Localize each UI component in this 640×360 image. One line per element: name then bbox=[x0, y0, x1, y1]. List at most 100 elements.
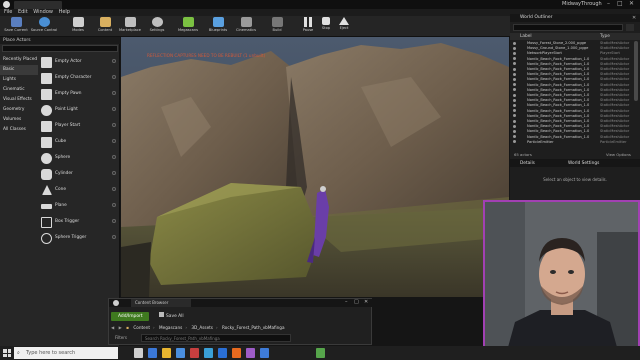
actor-item[interactable]: Sphere Trigger bbox=[39, 231, 119, 246]
category-cinematic[interactable]: Cinematic bbox=[0, 85, 38, 95]
menu-help[interactable]: Help bbox=[59, 9, 70, 16]
visibility-icon[interactable] bbox=[513, 140, 516, 144]
visibility-icon[interactable] bbox=[513, 124, 516, 128]
add-import-button[interactable]: Add/Import bbox=[111, 312, 149, 321]
info-icon[interactable] bbox=[112, 171, 116, 175]
info-icon[interactable] bbox=[112, 107, 116, 111]
visibility-icon[interactable] bbox=[513, 83, 516, 87]
settings-button[interactable]: Settings bbox=[143, 17, 171, 36]
info-icon[interactable] bbox=[112, 123, 116, 127]
history-forward-icon[interactable]: ▶ bbox=[119, 325, 122, 330]
actor-item[interactable]: Player Start bbox=[39, 119, 119, 134]
visibility-icon[interactable] bbox=[513, 109, 516, 113]
marketplace-button[interactable]: Marketplace bbox=[116, 17, 144, 36]
build-button[interactable]: Build bbox=[263, 17, 291, 36]
actor-item[interactable]: Cube bbox=[39, 135, 119, 150]
save-all-button[interactable]: Save All bbox=[155, 312, 195, 321]
visibility-icon[interactable] bbox=[513, 119, 516, 123]
place-actors-search-input[interactable] bbox=[2, 45, 118, 52]
view-options-button[interactable]: View Options bbox=[606, 152, 631, 157]
info-icon[interactable] bbox=[112, 235, 116, 239]
outliner-search-input[interactable] bbox=[513, 24, 623, 31]
outliner-scrollbar[interactable] bbox=[634, 41, 638, 101]
filters-button[interactable]: Filters bbox=[115, 335, 127, 340]
info-icon[interactable] bbox=[112, 75, 116, 79]
save-current-button[interactable]: Save Current bbox=[2, 17, 30, 36]
label-column-header[interactable]: Label bbox=[520, 34, 532, 39]
category-all-classes[interactable]: All Classes bbox=[0, 125, 38, 135]
visibility-icon[interactable] bbox=[513, 41, 516, 45]
info-icon[interactable] bbox=[112, 219, 116, 223]
close-icon[interactable]: ✕ bbox=[629, 0, 634, 7]
unreal-taskbar-icon[interactable] bbox=[316, 348, 325, 358]
category-geometry[interactable]: Geometry bbox=[0, 105, 38, 115]
category-visual-effects[interactable]: Visual Effects bbox=[0, 95, 38, 105]
breadcrumb-item[interactable]: Content bbox=[133, 325, 150, 330]
visibility-icon[interactable] bbox=[513, 129, 516, 133]
history-back-icon[interactable]: ◀ bbox=[111, 325, 114, 330]
actor-item[interactable]: Empty Actor bbox=[39, 55, 119, 70]
cinematics-button[interactable]: Cinematics bbox=[232, 17, 260, 36]
category-lights[interactable]: Lights bbox=[0, 75, 38, 85]
breadcrumb-item[interactable]: 3D_Assets bbox=[191, 325, 213, 330]
close-icon[interactable]: ✕ bbox=[364, 299, 368, 305]
actor-item[interactable]: Empty Character bbox=[39, 71, 119, 86]
visibility-icon[interactable] bbox=[513, 72, 516, 76]
taskbar-search-input[interactable]: ⌕ Type here to search bbox=[14, 347, 118, 359]
actor-item[interactable]: Sphere bbox=[39, 151, 119, 166]
actor-item[interactable]: Cone bbox=[39, 183, 119, 198]
eject-button[interactable]: Eject bbox=[330, 17, 358, 36]
content-browser-tab[interactable]: Content Browser bbox=[131, 299, 191, 307]
maximize-icon[interactable]: □ bbox=[617, 0, 623, 7]
visibility-icon[interactable] bbox=[513, 57, 516, 61]
info-icon[interactable] bbox=[112, 155, 116, 159]
tab-world-settings[interactable]: World Settings bbox=[568, 161, 599, 166]
breadcrumb-item[interactable]: Rocky_Forest_Path_vbMafinga bbox=[222, 325, 285, 330]
outliner-options-icon[interactable] bbox=[626, 24, 634, 31]
info-icon[interactable] bbox=[112, 91, 116, 95]
menu-edit[interactable]: Edit bbox=[18, 9, 28, 16]
info-icon[interactable] bbox=[112, 203, 116, 207]
visibility-icon[interactable] bbox=[513, 51, 516, 55]
actor-item[interactable]: Cylinder bbox=[39, 167, 119, 182]
category-basic[interactable]: Basic bbox=[0, 65, 38, 75]
actor-item[interactable]: Box Trigger bbox=[39, 215, 119, 230]
store-icon[interactable] bbox=[176, 348, 185, 358]
maximize-icon[interactable]: □ bbox=[354, 299, 359, 305]
actor-item[interactable]: Empty Pawn bbox=[39, 87, 119, 102]
word-icon[interactable] bbox=[218, 348, 227, 358]
edge-browser-icon[interactable] bbox=[148, 348, 157, 358]
modes-button[interactable]: Modes bbox=[64, 17, 92, 36]
menu-window[interactable]: Window bbox=[33, 9, 53, 16]
visibility-icon[interactable] bbox=[513, 93, 516, 97]
actor-item[interactable]: Point Light bbox=[39, 103, 119, 118]
actor-item[interactable]: Plane bbox=[39, 199, 119, 214]
visibility-icon[interactable] bbox=[513, 46, 516, 50]
megascans-button[interactable]: Megascans bbox=[174, 17, 202, 36]
visibility-icon[interactable] bbox=[513, 114, 516, 118]
level-viewport[interactable]: REFLECTION CAPTURES NEED TO BE REBUILT (… bbox=[121, 37, 509, 297]
info-icon[interactable] bbox=[112, 59, 116, 63]
content-button[interactable]: Content bbox=[91, 17, 119, 36]
file-explorer-icon[interactable] bbox=[162, 348, 171, 358]
media-app-icon[interactable] bbox=[190, 348, 199, 358]
blueprints-button[interactable]: Blueprints bbox=[204, 17, 232, 36]
obs-icon[interactable] bbox=[246, 348, 255, 358]
menu-file[interactable]: File bbox=[4, 9, 12, 16]
visibility-icon[interactable] bbox=[513, 77, 516, 81]
mail-icon[interactable] bbox=[204, 348, 213, 358]
close-tab-icon[interactable]: ✕ bbox=[632, 15, 636, 21]
category-volumes[interactable]: Volumes bbox=[0, 115, 38, 125]
info-icon[interactable] bbox=[112, 187, 116, 191]
visibility-icon[interactable] bbox=[513, 88, 516, 92]
visibility-icon[interactable] bbox=[513, 62, 516, 66]
visibility-icon[interactable] bbox=[513, 103, 516, 107]
minimize-icon[interactable]: – bbox=[607, 0, 610, 7]
app-icon[interactable] bbox=[260, 348, 269, 358]
category-recently-placed[interactable]: Recently Placed bbox=[0, 55, 38, 65]
level-tab[interactable] bbox=[14, 1, 62, 9]
world-outliner-tab[interactable]: World Outliner bbox=[510, 14, 640, 22]
firefox-icon[interactable] bbox=[232, 348, 241, 358]
minimize-icon[interactable]: – bbox=[345, 299, 348, 305]
source-control-button[interactable]: Source Control bbox=[30, 17, 58, 36]
